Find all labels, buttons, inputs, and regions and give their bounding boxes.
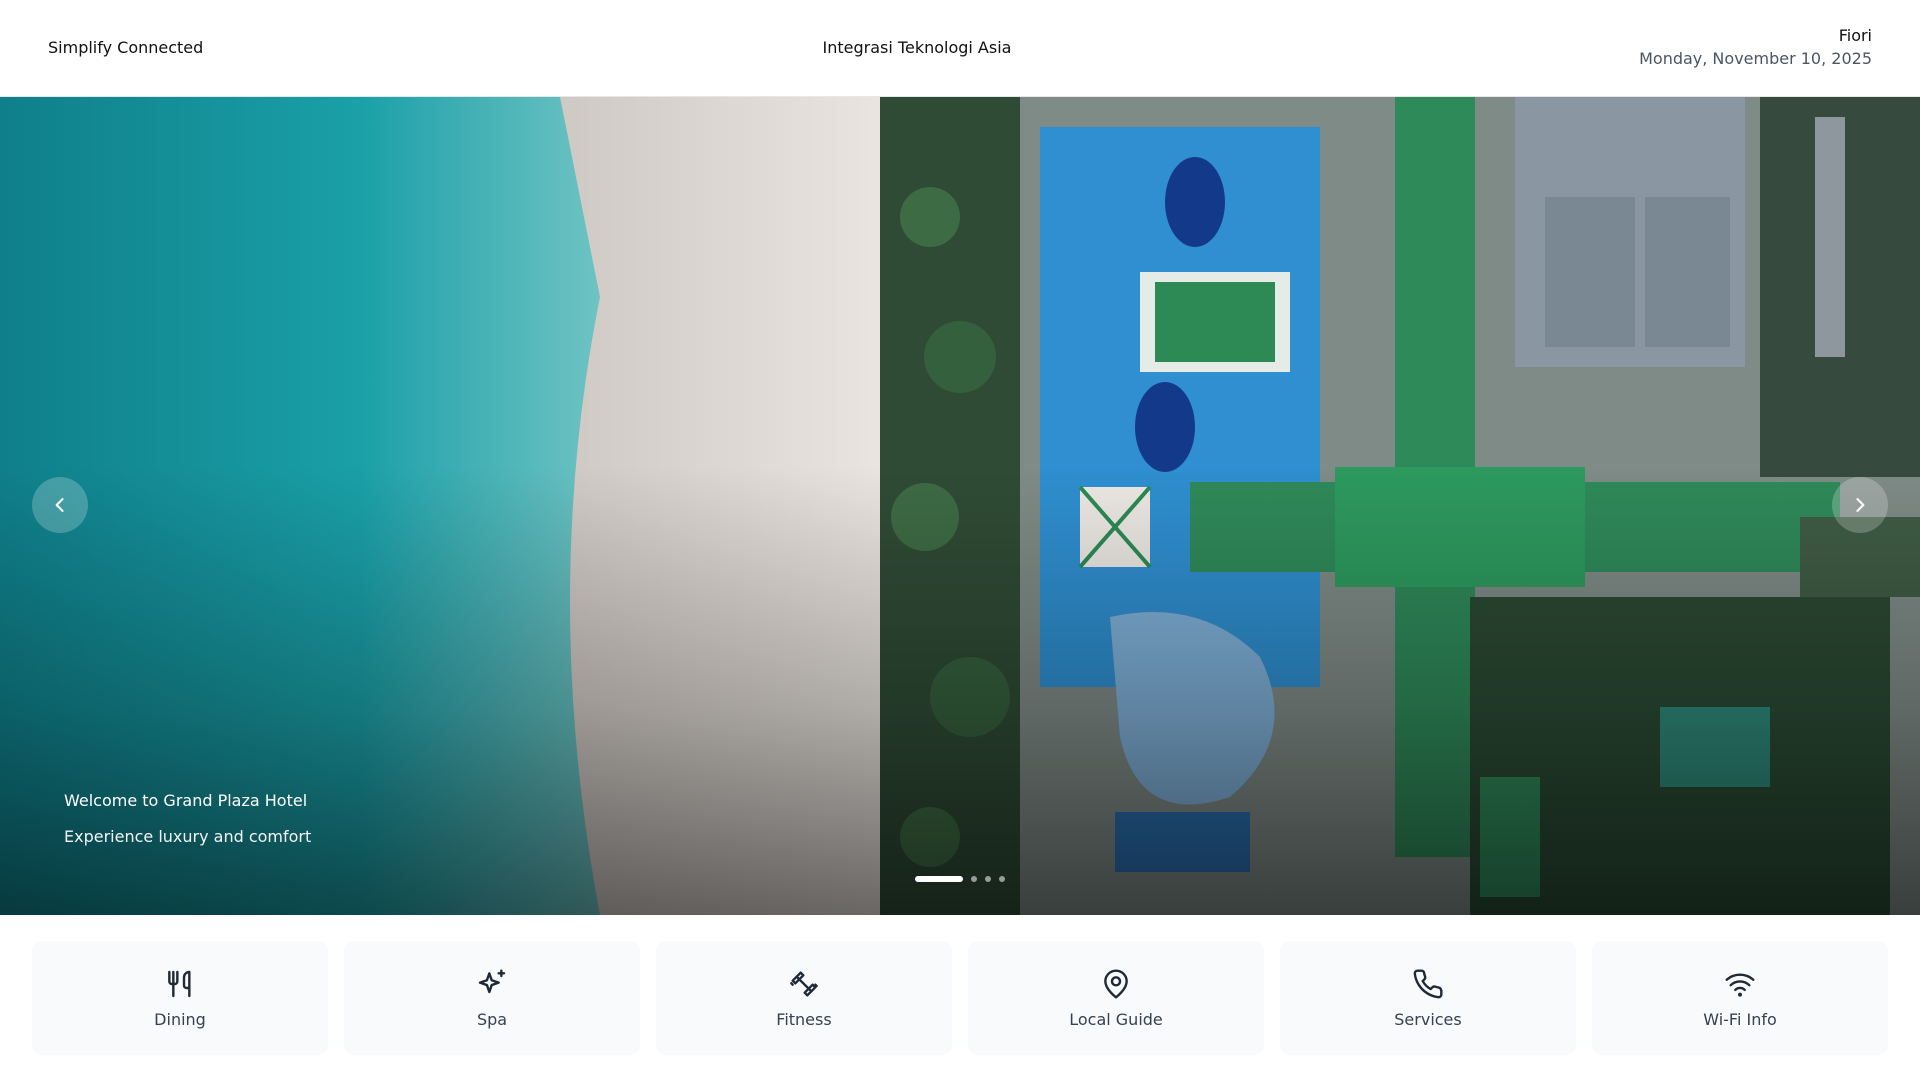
phone-icon: [1412, 968, 1444, 1000]
carousel-next-button[interactable]: [1832, 477, 1888, 533]
tile-local-guide[interactable]: Local Guide: [968, 941, 1264, 1055]
carousel-prev-button[interactable]: [32, 477, 88, 533]
tile-fitness[interactable]: Fitness: [656, 941, 952, 1055]
tile-label: Dining: [154, 1009, 206, 1029]
tile-label: Services: [1394, 1009, 1462, 1029]
carousel-dot-2[interactable]: [971, 876, 977, 882]
company-title: Integrasi Teknologi Asia: [822, 38, 1012, 57]
carousel-dot-1[interactable]: [915, 876, 963, 882]
tile-label: Local Guide: [1069, 1009, 1163, 1029]
tile-label: Fitness: [776, 1009, 832, 1029]
hero-title: Welcome to Grand Plaza Hotel: [64, 791, 308, 810]
hero-subtitle: Experience luxury and comfort: [64, 827, 312, 846]
map-pin-icon: [1100, 968, 1132, 1000]
tile-services[interactable]: Services: [1280, 941, 1576, 1055]
current-date: Monday, November 10, 2025: [1639, 49, 1872, 68]
top-header: Simplify Connected Integrasi Teknologi A…: [0, 0, 1920, 97]
chevron-right-icon: [1856, 498, 1865, 512]
tile-spa[interactable]: Spa: [344, 941, 640, 1055]
carousel-dot-4[interactable]: [999, 876, 1005, 882]
chevron-left-icon: [55, 498, 64, 512]
hero-carousel: Welcome to Grand Plaza Hotel Experience …: [0, 97, 1920, 915]
dumbbell-icon: [788, 968, 820, 1000]
tile-label: Wi-Fi Info: [1703, 1009, 1777, 1029]
user-info: Fiori Monday, November 10, 2025: [1639, 26, 1872, 70]
tile-label: Spa: [476, 1009, 508, 1029]
quick-access-tiles: Dining Spa Fitness Local Guide Services …: [32, 941, 1888, 1055]
wifi-icon: [1724, 968, 1756, 1000]
hero-caption: Welcome to Grand Plaza Hotel Experience …: [64, 791, 311, 847]
carousel-indicators: [915, 876, 1005, 882]
user-name: Fiori: [1838, 26, 1872, 45]
utensils-icon: [164, 968, 196, 1000]
tile-dining[interactable]: Dining: [32, 941, 328, 1055]
carousel-dot-3[interactable]: [985, 876, 991, 882]
tile-wifi-info[interactable]: Wi-Fi Info: [1592, 941, 1888, 1055]
sparkles-icon: [476, 968, 508, 1000]
